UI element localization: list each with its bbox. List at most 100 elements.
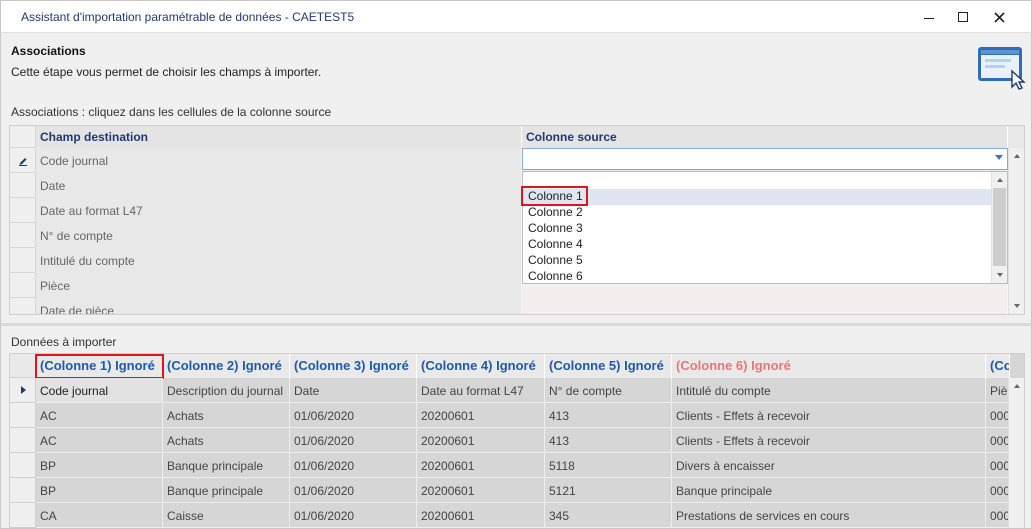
close-button[interactable]	[983, 5, 1015, 29]
table-cell[interactable]: 20200601	[417, 403, 545, 428]
scroll-down-icon[interactable]	[1014, 304, 1020, 308]
dropdown-option[interactable]: Colonne 4	[527, 237, 583, 253]
dest-cell[interactable]: Date	[36, 173, 522, 198]
column-header[interactable]: (Colonne 6) Ignoré	[672, 354, 986, 378]
column-header[interactable]: (Colo	[986, 354, 1010, 378]
row-indicator	[10, 403, 36, 428]
minimize-button[interactable]	[913, 5, 945, 29]
import-data-grid: (Colonne 1) Ignoré (Colonne 2) Ignoré (C…	[9, 353, 1025, 528]
window-cursor-icon	[978, 47, 1026, 90]
table-cell[interactable]: 20200601	[417, 453, 545, 478]
scrollbar-thumb[interactable]	[993, 188, 1006, 266]
table-cell[interactable]: CA	[36, 503, 163, 528]
table-cell[interactable]: 01/06/2020	[290, 428, 417, 453]
table-cell[interactable]: Prestations de services en cours	[672, 503, 986, 528]
table-cell[interactable]: 01/06/2020	[290, 453, 417, 478]
table-cell[interactable]: 20200601	[417, 503, 545, 528]
table-cell[interactable]: Clients - Effets à recevoir	[672, 428, 986, 453]
table-cell[interactable]: Code journal	[36, 378, 163, 403]
dest-cell[interactable]: Intitulé du compte	[36, 248, 522, 273]
table-cell[interactable]: Date au format L47	[417, 378, 545, 403]
table-cell[interactable]: Caisse	[163, 503, 290, 528]
scroll-down-icon[interactable]	[997, 273, 1003, 277]
table-cell[interactable]: BP	[36, 478, 163, 503]
column-header[interactable]: (Colonne 3) Ignoré	[290, 354, 417, 378]
edit-pencil-icon	[19, 158, 27, 166]
source-column-dropdown[interactable]: Colonne 1 Colonne 2 Colonne 3 Colonne 4 …	[521, 171, 1008, 285]
row-indicator	[10, 273, 36, 298]
table-cell[interactable]: 345	[545, 503, 672, 528]
table-cell[interactable]: 01/06/2020	[290, 478, 417, 503]
column-header[interactable]: (Colonne 4) Ignoré	[417, 354, 545, 378]
maximize-icon	[958, 12, 968, 22]
data-scrollbar[interactable]	[1008, 378, 1024, 528]
row-indicator	[10, 378, 36, 403]
dest-column-header[interactable]: Champ destination	[36, 126, 522, 148]
table-cell[interactable]: Achats	[163, 403, 290, 428]
table-cell[interactable]: Banque principale	[163, 453, 290, 478]
table-cell[interactable]: 5118	[545, 453, 672, 478]
dest-cell[interactable]: Pièce	[36, 273, 522, 298]
dropdown-option[interactable]: Colonne 2	[527, 205, 583, 221]
table-cell[interactable]: Banque principale	[163, 478, 290, 503]
table-cell[interactable]: Achats	[163, 428, 290, 453]
title-bar: Assistant d'importation paramétrable de …	[1, 1, 1031, 33]
table-cell[interactable]: Description du journal	[163, 378, 290, 403]
minimize-icon	[924, 17, 934, 19]
table-cell[interactable]: 000	[986, 453, 1010, 478]
dropdown-option[interactable]: Colonne 6	[527, 269, 583, 285]
table-cell[interactable]: 01/06/2020	[290, 503, 417, 528]
table-cell[interactable]: 000	[986, 428, 1010, 453]
table-cell[interactable]: Divers à encaisser	[672, 453, 986, 478]
table-cell[interactable]: Banque principale	[672, 478, 986, 503]
dropdown-scrollbar[interactable]	[991, 172, 1007, 283]
table-cell[interactable]: 01/06/2020	[290, 403, 417, 428]
table-cell[interactable]: Date	[290, 378, 417, 403]
table-cell[interactable]: 000	[986, 503, 1010, 528]
scroll-up-icon[interactable]	[1014, 384, 1020, 388]
table-cell[interactable]: 000	[986, 403, 1010, 428]
row-indicator	[10, 223, 36, 248]
dest-cell[interactable]: Date au format L47	[36, 198, 522, 223]
dest-cell[interactable]: Date de pièce	[36, 298, 522, 314]
chevron-down-icon[interactable]	[995, 155, 1003, 160]
table-cell[interactable]: BP	[36, 453, 163, 478]
row-indicator	[10, 148, 36, 173]
maximize-button[interactable]	[947, 5, 979, 29]
table-cell[interactable]: 000	[986, 478, 1010, 503]
associations-label: Associations : cliquez dans les cellules…	[11, 105, 332, 119]
dest-cell[interactable]: N° de compte	[36, 223, 522, 248]
table-cell[interactable]: 413	[545, 428, 672, 453]
row-indicator	[10, 503, 36, 528]
table-cell[interactable]: N° de compte	[545, 378, 672, 403]
dropdown-option[interactable]: Colonne 5	[527, 253, 583, 269]
highlight-box	[35, 354, 164, 379]
step-title: Associations	[11, 44, 86, 58]
scroll-up-icon[interactable]	[1014, 154, 1020, 158]
dropdown-option[interactable]: Colonne 3	[527, 221, 583, 237]
table-cell[interactable]: Piè	[986, 378, 1010, 403]
current-row-icon	[21, 386, 26, 394]
step-description: Cette étape vous permet de choisir les c…	[11, 65, 322, 79]
column-header[interactable]: (Colonne 2) Ignoré	[163, 354, 290, 378]
column-header[interactable]: (Colonne 5) Ignoré	[545, 354, 672, 378]
table-cell[interactable]: Intitulé du compte	[672, 378, 986, 403]
table-cell[interactable]: 20200601	[417, 478, 545, 503]
table-cell[interactable]: AC	[36, 428, 163, 453]
associations-grid: Champ destination Colonne source Code jo…	[9, 125, 1025, 315]
table-cell[interactable]: 20200601	[417, 428, 545, 453]
panel-splitter[interactable]	[1, 323, 1031, 326]
source-column-combo[interactable]	[522, 148, 1008, 170]
table-cell[interactable]: 5121	[545, 478, 672, 503]
scroll-up-icon[interactable]	[997, 178, 1003, 182]
table-cell[interactable]: Clients - Effets à recevoir	[672, 403, 986, 428]
table-cell[interactable]: AC	[36, 403, 163, 428]
dest-cell[interactable]: Code journal	[36, 148, 522, 173]
table-cell[interactable]: 413	[545, 403, 672, 428]
source-column-header[interactable]: Colonne source	[522, 126, 1008, 148]
source-cell[interactable]	[522, 298, 1008, 314]
row-indicator	[10, 453, 36, 478]
grid-corner	[10, 126, 36, 148]
associations-scrollbar[interactable]	[1008, 148, 1024, 314]
dropdown-option[interactable]: Colonne 1	[523, 189, 991, 205]
